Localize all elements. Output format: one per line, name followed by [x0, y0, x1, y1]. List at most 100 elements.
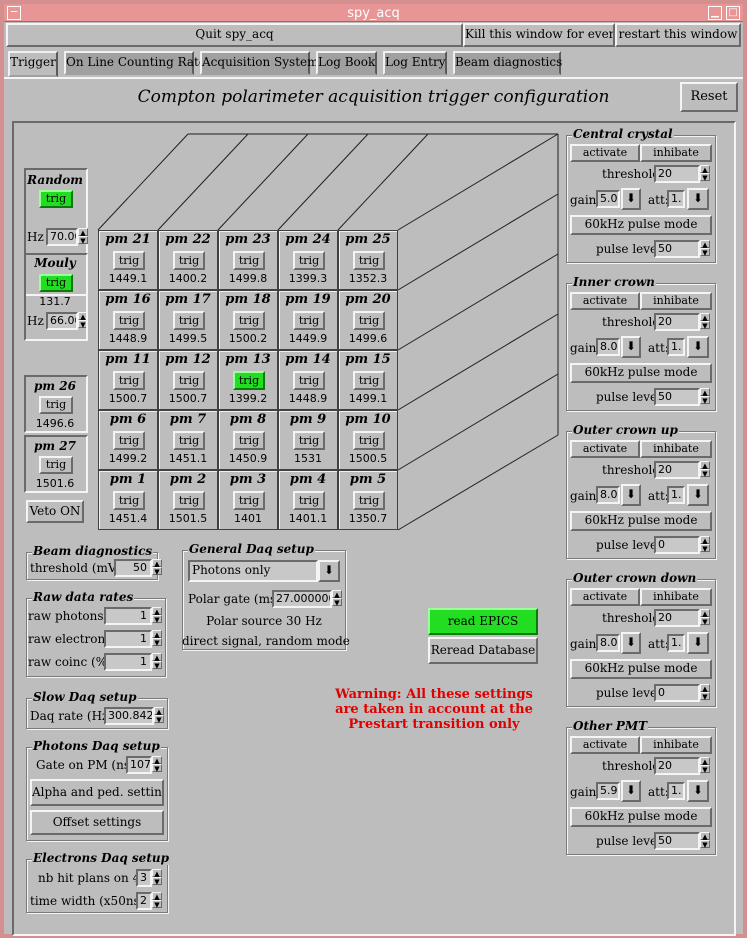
read-epics-button[interactable]: read EPICS — [428, 608, 538, 635]
pulse-mode-button[interactable]: 60kHz pulse mode — [570, 807, 712, 827]
pulse-mode-button[interactable]: 60kHz pulse mode — [570, 511, 712, 531]
inhibate-button[interactable]: inhibate — [640, 292, 712, 310]
pm-trig-button[interactable]: trig — [293, 371, 325, 390]
pm-trig-button[interactable]: trig — [293, 251, 325, 270]
att-dropdown-icon[interactable]: ⬇ — [687, 484, 709, 506]
quit-button[interactable]: Quit spy_acq — [6, 23, 463, 47]
tab-trigger[interactable]: Trigger — [8, 51, 58, 77]
pulse-level-spinner[interactable]: ▲ ▼ — [700, 240, 710, 257]
gain-dropdown-icon[interactable]: ⬇ — [621, 336, 641, 358]
gate-pm-input[interactable]: 107 — [126, 756, 152, 774]
pulse-level-spinner[interactable]: ▲ ▼ — [700, 832, 710, 849]
window-titlebar[interactable]: ─ spy_acq ▁ □ — [4, 4, 743, 22]
threshold-spinner[interactable]: ▲ ▼ — [700, 313, 710, 330]
tab-acquisition-system[interactable]: Acquisition System — [200, 51, 319, 75]
pm-trig-button[interactable]: trig — [353, 311, 385, 330]
time-width-input[interactable]: 2 — [136, 892, 152, 910]
att-input[interactable]: 1. — [667, 782, 685, 800]
pm-trig-button[interactable]: trig — [353, 431, 385, 450]
pm-trig-button[interactable]: trig — [173, 491, 205, 510]
maximize-icon[interactable]: □ — [726, 6, 740, 20]
pm-trig-button[interactable]: trig — [233, 311, 265, 330]
restart-window-button[interactable]: restart this window — [615, 23, 741, 47]
gain-input[interactable]: 8.05 — [596, 338, 620, 356]
pm-trig-button[interactable]: trig — [113, 491, 145, 510]
pm-trig-button[interactable]: trig — [173, 311, 205, 330]
tab-log-entry[interactable]: Log Entry — [383, 51, 447, 75]
pm-trig-button[interactable]: trig — [113, 311, 145, 330]
pm-trig-button[interactable]: trig — [233, 431, 265, 450]
pulse-level-spinner[interactable]: ▲ ▼ — [700, 536, 710, 553]
gain-input[interactable]: 8.05 — [596, 634, 620, 652]
threshold-input[interactable]: 20 — [654, 313, 700, 331]
gain-dropdown-icon[interactable]: ⬇ — [621, 484, 641, 506]
gain-input[interactable]: 5.05 — [596, 190, 620, 208]
beam-threshold-spinner[interactable]: ▲ ▼ — [152, 559, 162, 576]
pm-trig-button[interactable]: trig — [173, 431, 205, 450]
tab-beam-diagnostics[interactable]: Beam diagnostics — [453, 51, 562, 75]
offset-settings-button[interactable]: Offset settings — [30, 810, 164, 835]
tab-log-book[interactable]: Log Book — [316, 51, 377, 75]
gain-dropdown-icon[interactable]: ⬇ — [621, 632, 641, 654]
minimize-icon[interactable]: ▁ — [708, 6, 722, 20]
raw-photons-spinner[interactable]: ▲ ▼ — [152, 607, 162, 624]
att-input[interactable]: 1. — [667, 338, 685, 356]
tab-online-counting-rate[interactable]: On Line Counting Rate — [64, 51, 206, 75]
raw-coinc-spinner[interactable]: ▲ ▼ — [152, 653, 162, 670]
att-dropdown-icon[interactable]: ⬇ — [687, 780, 709, 802]
pulse-level-input[interactable]: 50 — [654, 240, 700, 258]
threshold-input[interactable]: 20 — [654, 165, 700, 183]
polar-gate-input[interactable]: 27.000000 — [272, 590, 332, 608]
pm-trig-button[interactable]: trig — [233, 491, 265, 510]
att-dropdown-icon[interactable]: ⬇ — [687, 632, 709, 654]
nb-hit-spinner[interactable]: ▲ ▼ — [152, 869, 162, 886]
threshold-input[interactable]: 20 — [654, 609, 700, 627]
daq-mode-dropdown-icon[interactable]: ⬇ — [318, 560, 340, 582]
pm-trig-button[interactable]: trig — [233, 371, 265, 390]
threshold-spinner[interactable]: ▲ ▼ — [700, 461, 710, 478]
daq-mode-select[interactable]: Photons only — [188, 560, 318, 582]
gain-dropdown-icon[interactable]: ⬇ — [621, 188, 641, 210]
pm-trig-button[interactable]: trig — [113, 251, 145, 270]
pm-trig-button[interactable]: trig — [233, 251, 265, 270]
threshold-spinner[interactable]: ▲ ▼ — [700, 165, 710, 182]
gain-input[interactable]: 8.05 — [596, 486, 620, 504]
threshold-spinner[interactable]: ▲ ▼ — [700, 609, 710, 626]
activate-button[interactable]: activate — [570, 736, 640, 754]
gain-dropdown-icon[interactable]: ⬇ — [621, 780, 641, 802]
pulse-level-input[interactable]: 50 — [654, 388, 700, 406]
daq-rate-input[interactable]: 300.8420 — [104, 707, 154, 725]
threshold-spinner[interactable]: ▲ ▼ — [700, 757, 710, 774]
raw-coinc-input[interactable]: 1 — [104, 653, 152, 671]
beam-threshold-input[interactable]: 50 — [114, 559, 152, 577]
pm-trig-button[interactable]: trig — [353, 491, 385, 510]
pulse-level-input[interactable]: 50 — [654, 832, 700, 850]
pm-trig-button[interactable]: trig — [173, 251, 205, 270]
pulse-level-input[interactable]: 0 — [654, 684, 700, 702]
reset-button[interactable]: Reset — [680, 82, 738, 112]
pm-trig-button[interactable]: trig — [353, 251, 385, 270]
pm-trig-button[interactable]: trig — [293, 431, 325, 450]
pm-trig-button[interactable]: trig — [293, 491, 325, 510]
activate-button[interactable]: activate — [570, 144, 640, 162]
pm-trig-button[interactable]: trig — [173, 371, 205, 390]
pulse-mode-button[interactable]: 60kHz pulse mode — [570, 659, 712, 679]
inhibate-button[interactable]: inhibate — [640, 736, 712, 754]
alpha-ped-button[interactable]: Alpha and ped. settings — [30, 779, 164, 806]
activate-button[interactable]: activate — [570, 440, 640, 458]
pm-trig-button[interactable]: trig — [293, 311, 325, 330]
time-width-spinner[interactable]: ▲ ▼ — [152, 892, 162, 909]
polar-gate-spinner[interactable]: ▲ ▼ — [332, 590, 342, 607]
kill-window-button[interactable]: Kill this window for ever — [463, 23, 615, 47]
pm-trig-button[interactable]: trig — [353, 371, 385, 390]
pulse-mode-button[interactable]: 60kHz pulse mode — [570, 363, 712, 383]
activate-button[interactable]: activate — [570, 292, 640, 310]
att-input[interactable]: 1. — [667, 634, 685, 652]
threshold-input[interactable]: 20 — [654, 461, 700, 479]
inhibate-button[interactable]: inhibate — [640, 144, 712, 162]
pulse-level-input[interactable]: 0 — [654, 536, 700, 554]
inhibate-button[interactable]: inhibate — [640, 588, 712, 606]
raw-electrons-spinner[interactable]: ▲ ▼ — [152, 630, 162, 647]
pm-trig-button[interactable]: trig — [113, 371, 145, 390]
reread-database-button[interactable]: Reread Database — [428, 637, 538, 664]
